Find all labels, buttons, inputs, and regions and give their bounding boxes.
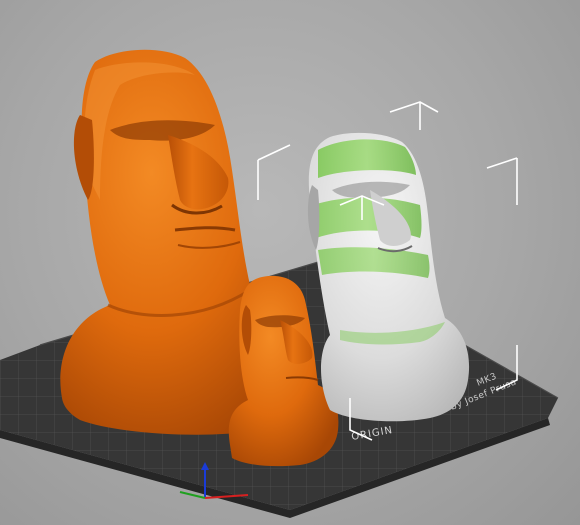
3d-viewport[interactable]: MK3 by Josef Prusa ORIGIN [0,0,580,525]
moai-painted-selected[interactable] [307,132,470,422]
scene-canvas[interactable]: MK3 by Josef Prusa ORIGIN [0,0,580,525]
